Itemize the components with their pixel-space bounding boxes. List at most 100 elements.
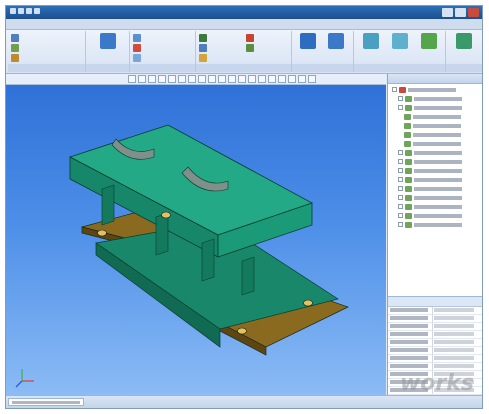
import-icon	[246, 43, 254, 52]
ribbon-group	[86, 31, 130, 72]
cad-model	[15, 124, 349, 388]
title-bar	[6, 6, 482, 19]
rib	[201, 238, 215, 282]
tree-item[interactable]	[398, 158, 462, 166]
import-icon	[133, 33, 141, 42]
ribbon-button[interactable]	[133, 53, 143, 63]
view-tool-icon[interactable]	[158, 75, 166, 83]
view-tool-icon[interactable]	[208, 75, 216, 83]
tree-item[interactable]	[392, 86, 456, 94]
ribbon-button[interactable]	[246, 33, 256, 43]
property-row[interactable]	[388, 371, 482, 379]
ribbon-button[interactable]	[133, 33, 143, 43]
3d-viewport[interactable]	[6, 85, 386, 398]
tree-item[interactable]	[398, 95, 462, 103]
view-tool-icon[interactable]	[168, 75, 176, 83]
bolt-hole	[97, 229, 107, 237]
tree-item[interactable]	[404, 140, 461, 148]
view-tool-icon[interactable]	[258, 75, 266, 83]
tree-item[interactable]	[404, 122, 461, 130]
ribbon-big-button[interactable]	[451, 33, 477, 63]
tree-item[interactable]	[398, 149, 462, 157]
view-tool-icon[interactable]	[218, 75, 226, 83]
tree-item[interactable]	[398, 212, 462, 220]
view-tool-icon[interactable]	[288, 75, 296, 83]
view-tool-icon[interactable]	[228, 75, 236, 83]
tree-item[interactable]	[404, 131, 461, 139]
import-icon	[11, 33, 19, 42]
view-tool-icon[interactable]	[138, 75, 146, 83]
view-tool-icon[interactable]	[238, 75, 246, 83]
rib	[101, 184, 115, 226]
menu-item[interactable]	[10, 20, 14, 28]
menu-item[interactable]	[234, 20, 238, 28]
property-row[interactable]	[388, 363, 482, 371]
ribbon-big-button[interactable]	[416, 33, 442, 63]
ribbon-button[interactable]	[199, 53, 209, 63]
menu-item[interactable]	[118, 20, 122, 28]
ribbon-button[interactable]	[199, 33, 209, 43]
view-tool-icon[interactable]	[278, 75, 286, 83]
property-row[interactable]	[388, 307, 482, 315]
data-icon	[421, 33, 437, 49]
view-tool-icon[interactable]	[308, 75, 316, 83]
tree-item[interactable]	[404, 113, 461, 121]
tree-item[interactable]	[398, 185, 462, 193]
vrml-icon	[392, 33, 408, 49]
maximize-icon[interactable]	[455, 8, 466, 17]
tree-item[interactable]	[398, 104, 462, 112]
close-icon[interactable]	[468, 8, 479, 17]
ribbon-group	[8, 31, 86, 72]
property-row[interactable]	[388, 331, 482, 339]
ribbon-big-button[interactable]	[358, 33, 384, 63]
ribbon-button[interactable]	[11, 53, 21, 63]
document-tab[interactable]	[8, 398, 84, 406]
quick-access-toolbar[interactable]	[10, 8, 50, 17]
menu-item[interactable]	[46, 20, 50, 28]
property-row[interactable]	[388, 387, 482, 395]
menu-item[interactable]	[318, 20, 322, 28]
property-row[interactable]	[388, 347, 482, 355]
tree-item[interactable]	[398, 221, 462, 229]
property-row[interactable]	[388, 323, 482, 331]
ribbon-big-button[interactable]	[387, 33, 413, 63]
menu-item[interactable]	[82, 20, 86, 28]
ribbon-big-button[interactable]	[95, 33, 121, 63]
window-controls[interactable]	[440, 8, 479, 19]
cad-import-icon	[100, 33, 116, 49]
menu-item[interactable]	[282, 20, 286, 28]
view-tool-icon[interactable]	[248, 75, 256, 83]
menu-item[interactable]	[190, 20, 194, 28]
ribbon-button[interactable]	[11, 33, 21, 43]
view-tool-icon[interactable]	[198, 75, 206, 83]
view-tool-icon[interactable]	[298, 75, 306, 83]
ribbon-group-label	[8, 64, 85, 72]
tree-item[interactable]	[398, 194, 462, 202]
property-row[interactable]	[388, 355, 482, 363]
view-tool-icon[interactable]	[268, 75, 276, 83]
ribbon-button[interactable]	[11, 43, 21, 53]
ribbon-group-label	[446, 64, 482, 72]
rib	[241, 256, 255, 296]
menu-item[interactable]	[154, 20, 158, 28]
tree-item[interactable]	[398, 203, 462, 211]
property-row[interactable]	[388, 315, 482, 323]
ribbon-group-label	[130, 64, 195, 72]
ribbon-button[interactable]	[199, 43, 209, 53]
tree-item[interactable]	[398, 167, 462, 175]
property-row[interactable]	[388, 339, 482, 347]
ribbon-button[interactable]	[246, 43, 256, 53]
ribbon-big-button[interactable]	[323, 33, 349, 63]
minimize-icon[interactable]	[442, 8, 453, 17]
import-icon	[11, 43, 19, 52]
view-tool-icon[interactable]	[178, 75, 186, 83]
import-icon	[11, 53, 19, 62]
property-row[interactable]	[388, 379, 482, 387]
tree-item[interactable]	[398, 176, 462, 184]
ribbon-button[interactable]	[133, 43, 143, 53]
ribbon-big-button[interactable]	[295, 33, 321, 63]
view-tool-icon[interactable]	[148, 75, 156, 83]
properties-header	[388, 297, 482, 307]
view-tool-icon[interactable]	[188, 75, 196, 83]
view-tool-icon[interactable]	[128, 75, 136, 83]
